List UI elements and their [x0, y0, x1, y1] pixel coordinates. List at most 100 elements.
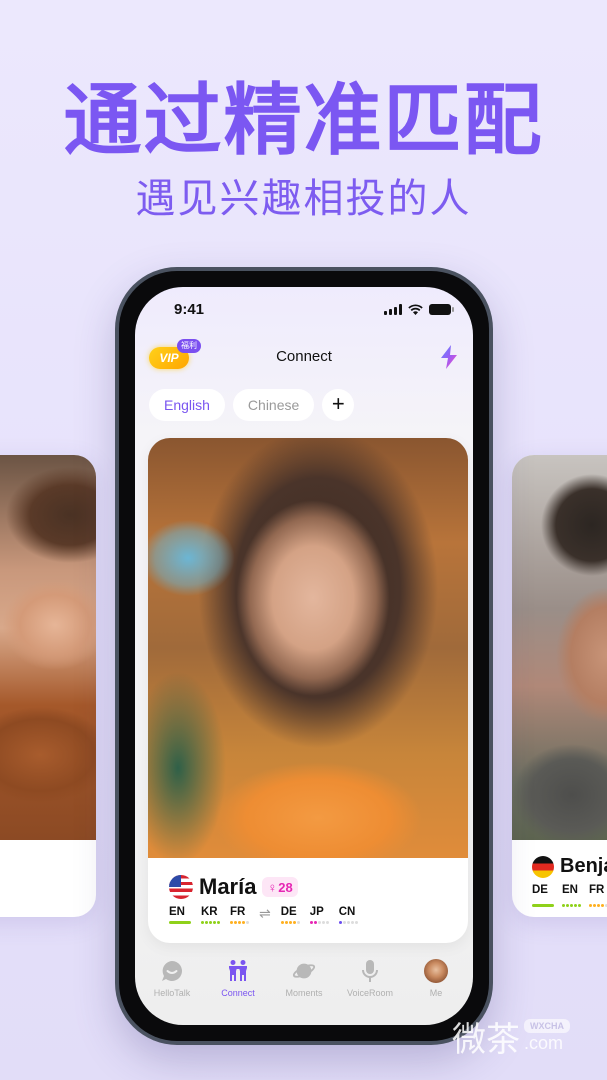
level-dot [309, 921, 313, 924]
profile-photo [148, 438, 468, 858]
chat-bubble-icon [160, 959, 184, 983]
signal-icon [384, 304, 402, 315]
language-item: DE [280, 906, 300, 924]
level-dot [284, 921, 288, 924]
language-level [589, 904, 607, 907]
language-level [201, 921, 220, 924]
us-flag-icon [169, 875, 193, 899]
user-name: María [199, 874, 257, 899]
level-dot [246, 921, 249, 924]
level-dot [593, 904, 596, 907]
language-level [169, 921, 191, 924]
level-dot [342, 921, 346, 924]
profile-photo [512, 455, 607, 840]
app-screen: 9:41 VIP 福利 Connect English Chinese + Ma… [135, 287, 473, 1025]
planet-icon [292, 959, 316, 983]
lightning-icon[interactable] [439, 345, 459, 369]
people-icon [226, 959, 250, 983]
level-dot [209, 921, 212, 924]
language-code: DE [280, 906, 297, 918]
language-level [532, 904, 554, 907]
language-code: FR [230, 906, 246, 918]
tab-voiceroom[interactable]: VoiceRoom [339, 959, 401, 1015]
language-item: FR [589, 884, 607, 907]
language-list: DE EN FR [532, 884, 607, 907]
tab-chinese[interactable]: Chinese [232, 389, 315, 421]
watermark-badge: WXCHA [524, 1019, 570, 1033]
level-dot [597, 904, 600, 907]
page-title: Connect [276, 348, 332, 365]
level-dot [350, 921, 354, 924]
language-level [338, 921, 358, 924]
level-dot [217, 921, 220, 924]
language-item: JP [309, 906, 329, 924]
status-time: 9:41 [174, 301, 205, 318]
profile-card[interactable]: María ♀ 28 EN KR FR ⇌ DE JP CN [148, 438, 468, 943]
battery-icon [429, 304, 454, 315]
language-code: FR [589, 884, 605, 896]
wifi-icon [408, 304, 423, 315]
headline: 通过精准匹配 [63, 76, 544, 166]
language-code: EN [169, 906, 185, 918]
language-item: KR [201, 906, 220, 924]
level-dot [574, 904, 577, 907]
language-code: KR [201, 906, 218, 918]
level-dot [238, 921, 241, 924]
app-header: VIP 福利 Connect [135, 339, 473, 375]
subheadline: 遇见兴趣相投的人 [135, 176, 472, 222]
swap-icon: ⇌ [259, 905, 271, 921]
level-dot [234, 921, 237, 924]
level-dot [321, 921, 325, 924]
watermark: 微茶 WXCHA .com [452, 1012, 570, 1061]
tab-hellotalk[interactable]: HelloTalk [141, 959, 203, 1015]
level-dot [201, 921, 204, 924]
language-level [230, 921, 249, 924]
level-dot [566, 904, 569, 907]
level-dot [280, 921, 284, 924]
level-dot [317, 921, 321, 924]
profile-card-left[interactable] [0, 455, 96, 917]
level-dot [205, 921, 208, 924]
status-bar: 9:41 [135, 287, 473, 335]
language-level [280, 921, 300, 924]
level-dot [601, 904, 604, 907]
add-language-button[interactable]: + [322, 389, 355, 421]
watermark-domain: .com [524, 1033, 564, 1053]
language-level [309, 921, 329, 924]
level-dot [325, 921, 329, 924]
female-icon: ♀ [267, 879, 278, 895]
profile-card-right[interactable]: Benja DE EN FR [512, 455, 607, 917]
level-dot [346, 921, 350, 924]
level-dot [578, 904, 581, 907]
language-item: EN [562, 884, 581, 907]
phone-frame: 9:41 VIP 福利 Connect English Chinese + Ma… [115, 267, 493, 1045]
age-badge: ♀ 28 [262, 877, 298, 897]
user-name: Benja [560, 855, 607, 877]
level-dot [230, 921, 233, 924]
level-dot [589, 904, 592, 907]
level-dot [570, 904, 573, 907]
language-list: EN KR FR ⇌ DE JP CN [169, 905, 358, 924]
tab-connect[interactable]: Connect [207, 959, 269, 1015]
language-code: DE [532, 884, 548, 896]
language-code: EN [562, 884, 578, 896]
tab-me[interactable]: Me [405, 959, 467, 1015]
language-item: FR [230, 906, 249, 924]
level-dot [562, 904, 565, 907]
language-item: EN [169, 906, 191, 924]
language-item: CN [338, 906, 358, 924]
language-code: CN [338, 906, 356, 918]
language-code: JP [309, 906, 324, 918]
tab-moments[interactable]: Moments [273, 959, 335, 1015]
tab-english[interactable]: English [149, 389, 225, 421]
level-dot [296, 921, 300, 924]
watermark-logo: 微茶 [452, 1020, 520, 1060]
profile-photo [0, 455, 96, 840]
level-dot [354, 921, 358, 924]
microphone-icon [358, 959, 382, 983]
level-dot [242, 921, 245, 924]
germany-flag-icon [532, 855, 554, 878]
language-item: DE [532, 884, 554, 907]
bottom-tab-bar: HelloTalk Connect Moments VoiceRoom Me [135, 959, 473, 1015]
level-dot [288, 921, 292, 924]
